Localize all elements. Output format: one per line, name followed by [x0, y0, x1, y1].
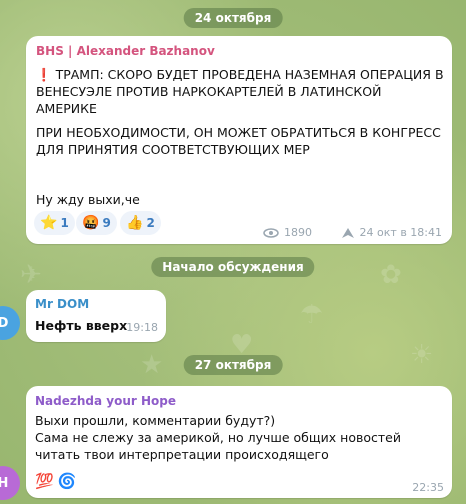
post-time: 24 окт в 18:41 — [359, 226, 442, 239]
doodle-icon: ✈ — [20, 260, 42, 290]
comment-bubble-1[interactable]: Mr DOM Нефть вверх 19:18 — [26, 290, 166, 342]
post-views: 1890 — [263, 226, 312, 239]
comment-reactions: 💯 🌀 — [35, 472, 76, 490]
reaction-star[interactable]: ⭐ 1 — [34, 211, 75, 235]
post-body-2: Ну жду выхи,че — [36, 192, 140, 207]
reaction-count: 9 — [102, 216, 111, 230]
hundred-points-icon[interactable]: 💯 — [35, 472, 54, 490]
post-timestamp: 24 окт в 18:41 — [341, 226, 442, 239]
star-icon: ⭐ — [40, 215, 58, 231]
reaction-count: 1 — [60, 216, 69, 230]
exclamation-icon: ❗ — [36, 67, 52, 82]
doodle-icon: ☀ — [410, 340, 434, 370]
date-separator: 27 октября — [183, 355, 283, 375]
views-count: 1890 — [284, 226, 312, 239]
reaction-count: 2 — [146, 216, 155, 230]
comment-text: Нефть вверх — [35, 318, 128, 333]
angry-face-icon: 🤬 — [82, 215, 100, 231]
discussion-start-separator: Начало обсуждения — [151, 257, 315, 277]
post-body-1: ПРИ НЕОБХОДИМОСТИ, ОН МОЖЕТ ОБРАТИТЬСЯ В… — [36, 125, 441, 157]
reaction-thumbs-up[interactable]: 👍 2 — [120, 211, 161, 235]
post-headline-text: ТРАМП: СКОРО БУДЕТ ПРОВЕДЕНА НАЗЕМНАЯ ОП… — [36, 67, 444, 116]
date-separator: 24 октября — [183, 8, 283, 28]
share-arrow-icon[interactable] — [341, 227, 355, 239]
reaction-angry[interactable]: 🤬 9 — [76, 211, 117, 235]
comment-time: 19:18 — [126, 321, 158, 334]
comment-text-line-1: Выхи прошли, комментарии будут?) — [35, 413, 276, 428]
comment-text-line-2: Сама не слежу за америкой, но лучше общи… — [35, 430, 401, 462]
doodle-icon: ☂ — [300, 300, 324, 330]
doodle-icon: ✿ — [380, 260, 402, 290]
cyclone-icon[interactable]: 🌀 — [58, 472, 77, 490]
comment-author[interactable]: Mr DOM — [35, 297, 89, 311]
thumbs-up-icon: 👍 — [126, 215, 144, 231]
doodle-icon: ★ — [140, 350, 164, 380]
eye-icon — [263, 227, 279, 238]
post-author[interactable]: BHS | Alexander Bazhanov — [36, 44, 215, 58]
comment-author[interactable]: Nadezhda your Hope — [35, 394, 176, 408]
post-headline: ❗ ТРАМП: СКОРО БУДЕТ ПРОВЕДЕНА НАЗЕМНАЯ … — [36, 66, 446, 117]
comment-bubble-2[interactable]: Nadezhda your Hope Выхи прошли, коммента… — [26, 386, 452, 498]
comment-time: 22:35 — [412, 481, 444, 494]
